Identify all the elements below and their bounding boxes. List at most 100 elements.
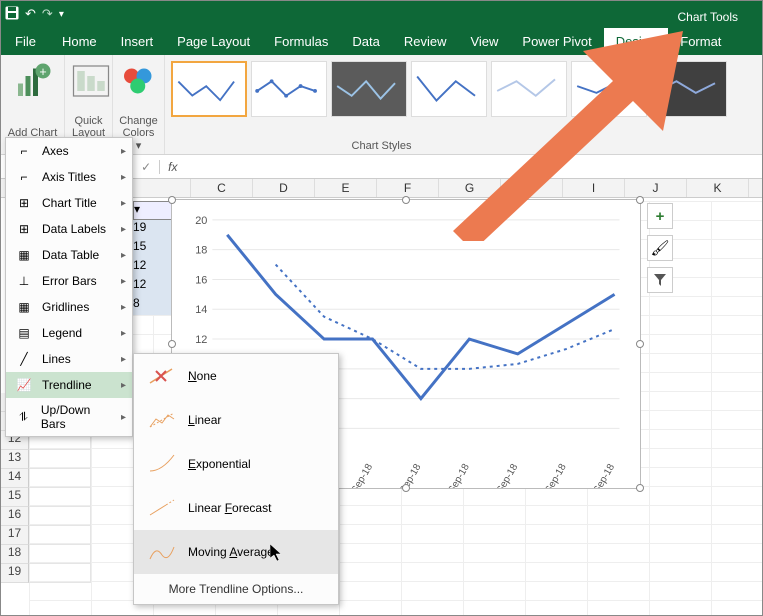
qat-more-icon[interactable]: ▾: [59, 9, 64, 20]
menu-updown-bars[interactable]: ⥮Up/Down Bars▸: [6, 398, 132, 436]
chart-elements-button[interactable]: +: [647, 203, 673, 229]
col-i[interactable]: I: [563, 179, 625, 197]
quick-layout-label: Quick Layout: [72, 115, 105, 139]
lines-icon: ╱: [14, 351, 34, 367]
error-bars-icon: ⊥: [14, 273, 34, 289]
col-j[interactable]: J: [625, 179, 687, 197]
chart-style-2[interactable]: [251, 61, 327, 117]
trendline-exponential-icon: [148, 452, 176, 476]
menu-error-bars[interactable]: ⊥Error Bars▸: [6, 268, 132, 294]
tab-formulas[interactable]: Formulas: [262, 28, 340, 55]
chart-styles-gallery[interactable]: [165, 55, 762, 154]
tab-power-pivot[interactable]: Power Pivot: [510, 28, 603, 55]
menu-gridlines[interactable]: ▦Gridlines▸: [6, 294, 132, 320]
menu-axes[interactable]: ⌐Axes▸: [6, 138, 132, 164]
trendline-linear-icon: [148, 408, 176, 432]
svg-text:12: 12: [195, 334, 207, 346]
menu-lines[interactable]: ╱Lines▸: [6, 346, 132, 372]
row-15[interactable]: 15: [1, 488, 29, 507]
chart-styles-button[interactable]: 🖌: [647, 235, 673, 261]
col-e[interactable]: E: [315, 179, 377, 197]
tab-view[interactable]: View: [458, 28, 510, 55]
gridlines-icon: ▦: [14, 299, 34, 315]
menu-chart-title[interactable]: ⊞Chart Title▸: [6, 190, 132, 216]
col-h[interactable]: H: [501, 179, 563, 197]
chart-style-3[interactable]: [331, 61, 407, 117]
tab-insert[interactable]: Insert: [109, 28, 166, 55]
cell-b5[interactable]: 12: [133, 258, 173, 277]
svg-text:05-Sep-18: 05-Sep-18: [342, 462, 375, 488]
trendline-moving-average[interactable]: Moving Average: [134, 530, 338, 574]
col-g[interactable]: G: [439, 179, 501, 197]
trendline-more-options[interactable]: More Trendline Options...: [134, 574, 338, 604]
data-labels-icon: ⊞: [14, 221, 34, 237]
updown-bars-icon: ⥮: [14, 409, 33, 425]
svg-text:+: +: [39, 65, 46, 79]
col-c[interactable]: C: [191, 179, 253, 197]
tab-file[interactable]: File: [1, 28, 50, 55]
tab-home[interactable]: Home: [50, 28, 109, 55]
title-bar: ↶ ↷ ▾ Chart Tools: [1, 1, 762, 27]
ribbon-tabs: File Home Insert Page Layout Formulas Da…: [1, 27, 762, 55]
menu-axis-titles[interactable]: ⌐Axis Titles▸: [6, 164, 132, 190]
chart-styles-label: Chart Styles: [352, 140, 412, 152]
col-d[interactable]: D: [253, 179, 315, 197]
trendline-linear-forecast[interactable]: Linear Forecast: [134, 486, 338, 530]
svg-text:10-Sep-18: 10-Sep-18: [584, 462, 617, 488]
svg-text:20: 20: [195, 215, 207, 227]
cursor-icon: [270, 544, 284, 562]
row-19[interactable]: 19: [1, 564, 29, 583]
trendline-forecast-icon: [148, 496, 176, 520]
row-14[interactable]: 14: [1, 469, 29, 488]
tab-format[interactable]: Format: [668, 28, 733, 55]
tab-review[interactable]: Review: [392, 28, 459, 55]
tab-data[interactable]: Data: [340, 28, 391, 55]
fx-label[interactable]: fx: [160, 160, 185, 174]
cell-b6[interactable]: 12: [133, 277, 173, 296]
enter-icon[interactable]: ✓: [141, 160, 151, 174]
svg-text:14: 14: [195, 304, 207, 316]
chart-filters-button[interactable]: [647, 267, 673, 293]
cell-b4[interactable]: 15: [133, 239, 173, 258]
svg-text:07-Sep-18: 07-Sep-18: [439, 462, 472, 488]
chart-title-icon: ⊞: [14, 195, 34, 211]
trendline-linear[interactable]: Linear: [134, 398, 338, 442]
menu-data-labels[interactable]: ⊞Data Labels▸: [6, 216, 132, 242]
tab-page-layout[interactable]: Page Layout: [165, 28, 262, 55]
menu-data-table[interactable]: ▦Data Table▸: [6, 242, 132, 268]
chart-tools-label: Chart Tools: [658, 4, 758, 24]
redo-icon[interactable]: ↷: [42, 6, 53, 22]
tab-design[interactable]: Design: [604, 28, 668, 55]
row-17[interactable]: 17: [1, 526, 29, 545]
add-chart-element-icon: +: [13, 61, 53, 101]
trendline-icon: 📈: [14, 377, 34, 393]
row-18[interactable]: 18: [1, 545, 29, 564]
chart-style-4[interactable]: [411, 61, 487, 117]
chart-side-buttons: + 🖌: [647, 203, 673, 293]
cell-b3[interactable]: 19: [133, 220, 173, 239]
trendline-exponential[interactable]: Exponential: [134, 442, 338, 486]
menu-trendline[interactable]: 📈Trendline▸: [6, 372, 132, 398]
data-table-icon: ▦: [14, 247, 34, 263]
cell-b7[interactable]: 8: [133, 296, 173, 315]
chart-style-6[interactable]: [571, 61, 647, 117]
quick-layout-icon: [71, 61, 111, 101]
chart-style-7[interactable]: [651, 61, 727, 117]
add-chart-element-menu: ⌐Axes▸ ⌐Axis Titles▸ ⊞Chart Title▸ ⊞Data…: [5, 137, 133, 437]
cell-header[interactable]: ▾: [133, 201, 173, 220]
row-16[interactable]: 16: [1, 507, 29, 526]
trendline-none[interactable]: None: [134, 354, 338, 398]
save-icon[interactable]: [5, 6, 19, 23]
chart-style-1[interactable]: [171, 61, 247, 117]
undo-icon[interactable]: ↶: [25, 6, 36, 22]
change-colors-label: Change Colors: [119, 115, 158, 139]
row-13[interactable]: 13: [1, 450, 29, 469]
col-f[interactable]: F: [377, 179, 439, 197]
axes-icon: ⌐: [14, 143, 34, 159]
chart-style-5[interactable]: [491, 61, 567, 117]
menu-legend[interactable]: ▤Legend▸: [6, 320, 132, 346]
svg-text:08-Sep-18: 08-Sep-18: [488, 462, 521, 488]
col-k[interactable]: K: [687, 179, 749, 197]
trendline-submenu: None Linear Exponential Linear Forecast …: [133, 353, 339, 605]
svg-text:16: 16: [195, 274, 207, 286]
